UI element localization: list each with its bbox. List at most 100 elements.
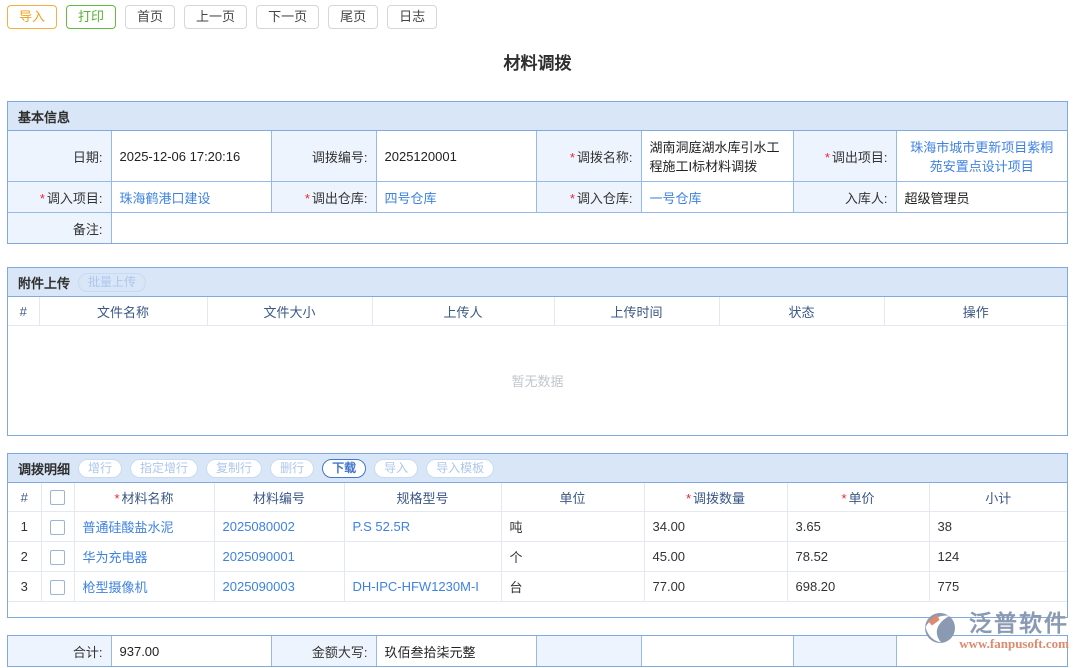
- transfer-name-label: *调拨名称:: [536, 131, 641, 182]
- spec-model-cell: DH-IPC-HFW1230M-I: [344, 572, 501, 602]
- summary-empty-cell: [896, 636, 1067, 666]
- first-page-button[interactable]: 首页: [125, 5, 175, 29]
- col-header-material-code: 材料编号: [214, 483, 344, 512]
- out-warehouse-link[interactable]: 四号仓库: [385, 191, 437, 206]
- page-title: 材料调拨: [0, 53, 1075, 75]
- material-name-cell: 普通硅酸盐水泥: [74, 512, 214, 542]
- required-asterisk: *: [305, 191, 310, 206]
- next-page-button[interactable]: 下一页: [256, 5, 319, 29]
- spec-model-link[interactable]: DH-IPC-HFW1230M-I: [353, 579, 479, 594]
- summary-table: 合计: 937.00 金额大写: 玖佰叁拾柒元整: [8, 636, 1067, 666]
- details-header-row: # *材料名称 材料编号 规格型号 单位 *调拨数量 *单价 小计: [8, 483, 1067, 512]
- material-name-link[interactable]: 普通硅酸盐水泥: [83, 520, 174, 535]
- log-button[interactable]: 日志: [387, 5, 437, 29]
- in-warehouse-link[interactable]: 一号仓库: [650, 191, 702, 206]
- add-row-button[interactable]: 增行: [78, 459, 122, 478]
- out-project-link[interactable]: 珠海市城市更新项目紫桐苑安置点设计项目: [910, 140, 1053, 174]
- basic-info-row-2: *调入项目: 珠海鹤港口建设 *调出仓库: 四号仓库 *调入仓库: 一号仓库 入…: [8, 182, 1067, 213]
- unit-price-cell: 698.20: [787, 572, 929, 602]
- in-warehouse-cell: 一号仓库: [641, 182, 793, 213]
- unit-cell: 个: [501, 542, 644, 572]
- in-project-link[interactable]: 珠海鹤港口建设: [120, 191, 211, 206]
- copy-row-button[interactable]: 复制行: [206, 459, 262, 478]
- batch-upload-button[interactable]: 批量上传: [78, 273, 146, 292]
- col-header-status: 状态: [719, 297, 884, 326]
- import-template-button[interactable]: 导入模板: [426, 459, 494, 478]
- col-header-spec-model: 规格型号: [344, 483, 501, 512]
- summary-row: 合计: 937.00 金额大写: 玖佰叁拾柒元整: [8, 636, 1067, 666]
- stock-in-person-label: 入库人:: [793, 182, 896, 213]
- basic-info-row-1: 日期: 2025-12-06 17:20:16 调拨编号: 2025120001…: [8, 131, 1067, 182]
- attachments-header: 附件上传 批量上传: [8, 268, 1067, 297]
- remark-label-text: 备注:: [73, 222, 103, 237]
- import-rows-button[interactable]: 导入: [374, 459, 418, 478]
- col-header-unit: 单位: [501, 483, 644, 512]
- delete-row-button[interactable]: 删行: [270, 459, 314, 478]
- basic-info-header: 基本信息: [8, 102, 1067, 131]
- table-row: 2 华为充电器 2025090001 个 45.00 78.52 124: [8, 542, 1067, 572]
- col-header-transfer-qty: *调拨数量: [644, 483, 787, 512]
- required-asterisk: *: [570, 150, 575, 165]
- spec-model-link[interactable]: P.S 52.5R: [353, 519, 411, 534]
- out-project-label-text: 调出项目:: [832, 150, 888, 165]
- total-label: 合计:: [8, 636, 111, 666]
- details-table: # *材料名称 材料编号 规格型号 单位 *调拨数量 *单价 小计 1 普通硅酸…: [8, 483, 1067, 602]
- required-asterisk: *: [40, 191, 45, 206]
- out-warehouse-cell: 四号仓库: [376, 182, 536, 213]
- download-button[interactable]: 下载: [322, 459, 366, 478]
- subtotal-cell: 124: [929, 542, 1067, 572]
- row-checkbox[interactable]: [50, 520, 65, 535]
- in-warehouse-label: *调入仓库:: [536, 182, 641, 213]
- prev-page-button[interactable]: 上一页: [184, 5, 247, 29]
- amount-words-label: 金额大写:: [271, 636, 376, 666]
- subtotal-cell: 775: [929, 572, 1067, 602]
- attachments-header-row: # 文件名称 文件大小 上传人 上传时间 状态 操作: [8, 297, 1067, 326]
- out-warehouse-label-text: 调出仓库:: [312, 191, 368, 206]
- col-header-file-size: 文件大小: [207, 297, 372, 326]
- unit-price-cell: 3.65: [787, 512, 929, 542]
- row-checkbox[interactable]: [50, 580, 65, 595]
- transfer-name-value: 湖南洞庭湖水库引水工程施工I标材料调拨: [641, 131, 793, 182]
- in-warehouse-label-text: 调入仓库:: [577, 191, 633, 206]
- material-name-cell: 华为充电器: [74, 542, 214, 572]
- col-header-unit-price: *单价: [787, 483, 929, 512]
- in-project-label-text: 调入项目:: [47, 191, 103, 206]
- material-code-link[interactable]: 2025090001: [223, 549, 295, 564]
- material-name-link[interactable]: 枪型摄像机: [83, 580, 148, 595]
- print-button[interactable]: 打印: [66, 5, 116, 29]
- transfer-no-value: 2025120001: [376, 131, 536, 182]
- import-button[interactable]: 导入: [7, 5, 57, 29]
- material-code-cell: 2025090003: [214, 572, 344, 602]
- out-project-label: *调出项目:: [793, 131, 896, 182]
- select-all-checkbox[interactable]: [50, 490, 65, 505]
- date-label-text: 日期:: [73, 150, 103, 165]
- basic-info-row-3: 备注:: [8, 213, 1067, 244]
- summary-section: 合计: 937.00 金额大写: 玖佰叁拾柒元整: [7, 635, 1068, 667]
- col-header-material-name: *材料名称: [74, 483, 214, 512]
- subtotal-cell: 38: [929, 512, 1067, 542]
- material-code-link[interactable]: 2025080002: [223, 519, 295, 534]
- col-header-file-name: 文件名称: [39, 297, 207, 326]
- in-project-cell: 珠海鹤港口建设: [111, 182, 271, 213]
- remark-label: 备注:: [8, 213, 111, 244]
- stock-in-person-value: 超级管理员: [896, 182, 1067, 213]
- insert-row-button[interactable]: 指定增行: [130, 459, 198, 478]
- required-asterisk: *: [570, 191, 575, 206]
- required-asterisk: *: [825, 150, 830, 165]
- material-code-link[interactable]: 2025090003: [223, 579, 295, 594]
- row-checkbox[interactable]: [50, 550, 65, 565]
- transfer-no-label-text: 调拨编号:: [312, 150, 368, 165]
- details-title: 调拨明细: [18, 459, 70, 478]
- amount-words-value: 玖佰叁拾柒元整: [376, 636, 536, 666]
- col-header-upload-time: 上传时间: [554, 297, 719, 326]
- unit-cell: 吨: [501, 512, 644, 542]
- empty-data-text: 暂无数据: [511, 371, 563, 390]
- remark-value: [111, 213, 1067, 244]
- transfer-name-label-text: 调拨名称:: [577, 150, 633, 165]
- last-page-button[interactable]: 尾页: [328, 5, 378, 29]
- material-name-link[interactable]: 华为充电器: [83, 550, 148, 565]
- date-label: 日期:: [8, 131, 111, 182]
- col-header-uploader: 上传人: [372, 297, 554, 326]
- date-value: 2025-12-06 17:20:16: [111, 131, 271, 182]
- required-asterisk: *: [114, 491, 119, 506]
